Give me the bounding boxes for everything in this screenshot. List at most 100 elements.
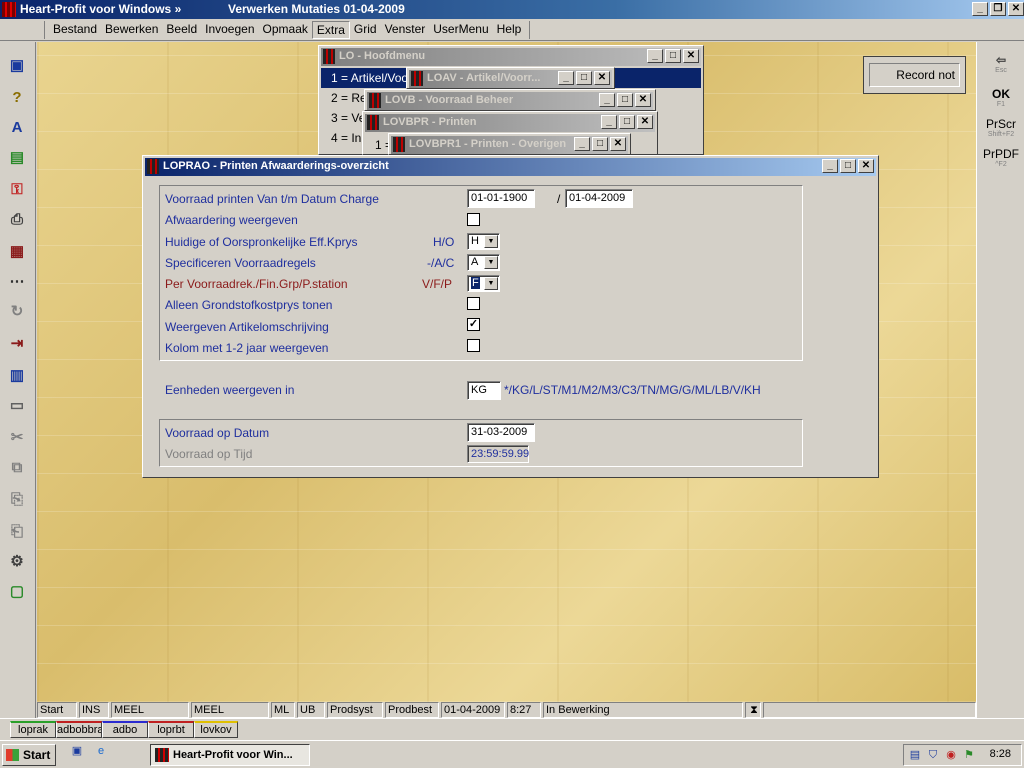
- kolom-checkbox[interactable]: [467, 339, 480, 352]
- options-group: [159, 185, 803, 361]
- status-date: 01-04-2009: [441, 702, 505, 718]
- form-icon[interactable]: ▣: [7, 56, 27, 76]
- minimize-icon[interactable]: _: [558, 71, 574, 85]
- close-icon[interactable]: ✕: [635, 93, 651, 107]
- menu-venster[interactable]: Venster: [381, 21, 430, 39]
- status-mode: In Bewerking: [543, 702, 743, 718]
- menu-usermenu[interactable]: UserMenu: [429, 21, 492, 39]
- tab-lovkov[interactable]: lovkov: [194, 721, 238, 738]
- close-icon[interactable]: ✕: [683, 49, 699, 63]
- copy-icon[interactable]: ⧉: [7, 458, 27, 478]
- folder-up-icon[interactable]: ▤: [7, 148, 27, 168]
- key-icon[interactable]: ⚿: [7, 180, 27, 200]
- loprao-dialog[interactable]: LOPRAO - Printen Afwaarderings-overzicht…: [142, 155, 879, 478]
- eenheden-options: */KG/L/ST/M1/M2/M3/C3/TN/MG/G/ML/LB/V/KH: [504, 383, 761, 397]
- close-icon[interactable]: ✕: [594, 71, 610, 85]
- taskbar-task-heart-profit[interactable]: Heart-Profit voor Win...: [150, 744, 310, 766]
- grondstof-checkbox[interactable]: [467, 297, 480, 310]
- ok-button[interactable]: OK F1: [981, 88, 1021, 109]
- tab-loprbt[interactable]: loprbt: [148, 721, 194, 738]
- menu-help[interactable]: Help: [493, 21, 526, 39]
- internet-explorer-icon[interactable]: e: [94, 744, 108, 758]
- chevron-down-icon[interactable]: ▼: [484, 256, 498, 269]
- antivirus-icon[interactable]: ◉: [944, 748, 958, 762]
- paste-special-icon[interactable]: ⎗: [7, 522, 27, 542]
- voorraad-datum-field[interactable]: 31-03-2009: [467, 423, 535, 442]
- maximize-icon[interactable]: □: [619, 115, 635, 129]
- lovbpr1-window[interactable]: LOVBPR1 - Printen - Overigen _ □ ✕: [388, 133, 631, 155]
- esc-button[interactable]: ⇦ Esc: [981, 54, 1021, 75]
- chevron-down-icon[interactable]: ▼: [484, 277, 498, 290]
- maximize-icon[interactable]: □: [617, 93, 633, 107]
- tab-loprak[interactable]: loprak: [10, 721, 56, 738]
- close-icon[interactable]: ✕: [858, 159, 874, 173]
- per-code: V/F/P: [422, 277, 453, 291]
- lovb-window[interactable]: LOVB - Voorraad Beheer _ □ ✕: [364, 89, 656, 111]
- tab-adbo[interactable]: adbo: [102, 721, 148, 738]
- window-icon[interactable]: ▭: [7, 396, 27, 416]
- close-icon[interactable]: ✕: [637, 115, 653, 129]
- restore-icon[interactable]: ❐: [990, 2, 1006, 16]
- maximize-icon[interactable]: □: [665, 49, 681, 63]
- status-prodsyst: Prodsyst: [327, 702, 383, 718]
- prpdf-button[interactable]: PrPDF ^F2: [981, 148, 1021, 169]
- maximize-icon[interactable]: □: [840, 159, 856, 173]
- omschrijving-label: Weergeven Artikelomschrijving: [165, 320, 329, 334]
- export-icon[interactable]: ⇥: [7, 334, 27, 354]
- refresh-icon[interactable]: ↻: [7, 302, 27, 322]
- app-icon[interactable]: [2, 2, 16, 17]
- app-titlebar: Heart-Profit voor Windows » Verwerken Mu…: [0, 0, 1024, 19]
- connection-icon[interactable]: ⚑: [962, 748, 976, 762]
- menu-bewerken[interactable]: Bewerken: [101, 21, 162, 39]
- menu-bestand[interactable]: Bestand: [49, 21, 101, 39]
- chevron-down-icon[interactable]: ▼: [484, 235, 498, 248]
- voorraad-tijd-label: Voorraad op Tijd: [165, 447, 253, 461]
- minimize-icon[interactable]: _: [822, 159, 838, 173]
- menu-invoegen[interactable]: Invoegen: [201, 21, 258, 39]
- status-bar: Start INS MEEL MEEL ML UB Prodsyst Prodb…: [37, 702, 976, 718]
- close-icon[interactable]: ✕: [610, 137, 626, 151]
- tab-adbobbra[interactable]: adbobbra: [56, 721, 102, 738]
- charge-from-field[interactable]: 01-01-1900: [467, 189, 535, 208]
- menu-opmaak[interactable]: Opmaak: [259, 21, 312, 39]
- maximize-icon[interactable]: □: [592, 137, 608, 151]
- charge-to-field[interactable]: 01-04-2009: [565, 189, 633, 208]
- eenheden-field[interactable]: KG: [467, 381, 501, 400]
- per-label: Per Voorraadrek./Fin.Grp/P.station: [165, 277, 348, 291]
- help-icon[interactable]: ?: [7, 88, 27, 108]
- screen-icon[interactable]: ▢: [7, 582, 27, 602]
- afwaardering-checkbox[interactable]: [467, 213, 480, 226]
- close-icon[interactable]: ✕: [1008, 2, 1024, 16]
- kolom-label: Kolom met 1-2 jaar weergeven: [165, 341, 329, 355]
- minimize-icon[interactable]: _: [599, 93, 615, 107]
- omschrijving-checkbox[interactable]: ✓: [467, 318, 480, 331]
- menu-extra[interactable]: Extra: [311, 21, 350, 39]
- shield-icon[interactable]: ⛉: [926, 748, 940, 762]
- minimize-icon[interactable]: _: [647, 49, 663, 63]
- maximize-icon[interactable]: □: [576, 71, 592, 85]
- start-button[interactable]: Start: [2, 744, 56, 766]
- minimize-icon[interactable]: _: [601, 115, 617, 129]
- menu-beeld[interactable]: Beeld: [162, 21, 201, 39]
- menu-grid[interactable]: Grid: [350, 21, 381, 39]
- status-ins: INS: [79, 702, 109, 718]
- per-select[interactable]: F ▼: [467, 275, 500, 292]
- dots-icon[interactable]: ⋯: [7, 272, 27, 292]
- specificeren-select[interactable]: A ▼: [467, 254, 500, 271]
- cut-icon[interactable]: ✂: [7, 428, 27, 448]
- minimize-icon[interactable]: _: [574, 137, 590, 151]
- kprys-select[interactable]: H ▼: [467, 233, 500, 250]
- record-indicator: Record not: [863, 56, 966, 94]
- loav-window[interactable]: LOAV - Artikel/Voorr... _ □ ✕: [406, 67, 615, 89]
- desktop-icon[interactable]: ▣: [70, 744, 84, 758]
- minimize-icon[interactable]: _: [972, 2, 988, 16]
- chart-icon[interactable]: ▥: [7, 366, 27, 386]
- network-icon[interactable]: ▤: [908, 748, 922, 762]
- settings-icon[interactable]: ⚙: [7, 552, 27, 572]
- charge-separator: /: [557, 192, 561, 206]
- prscr-button[interactable]: PrScr Shift+F2: [981, 118, 1021, 139]
- calendar-icon[interactable]: ▦: [7, 242, 27, 262]
- printer-icon[interactable]: ⎙: [7, 210, 27, 230]
- font-icon[interactable]: A: [7, 118, 27, 138]
- paste-icon[interactable]: ⎘: [7, 490, 27, 510]
